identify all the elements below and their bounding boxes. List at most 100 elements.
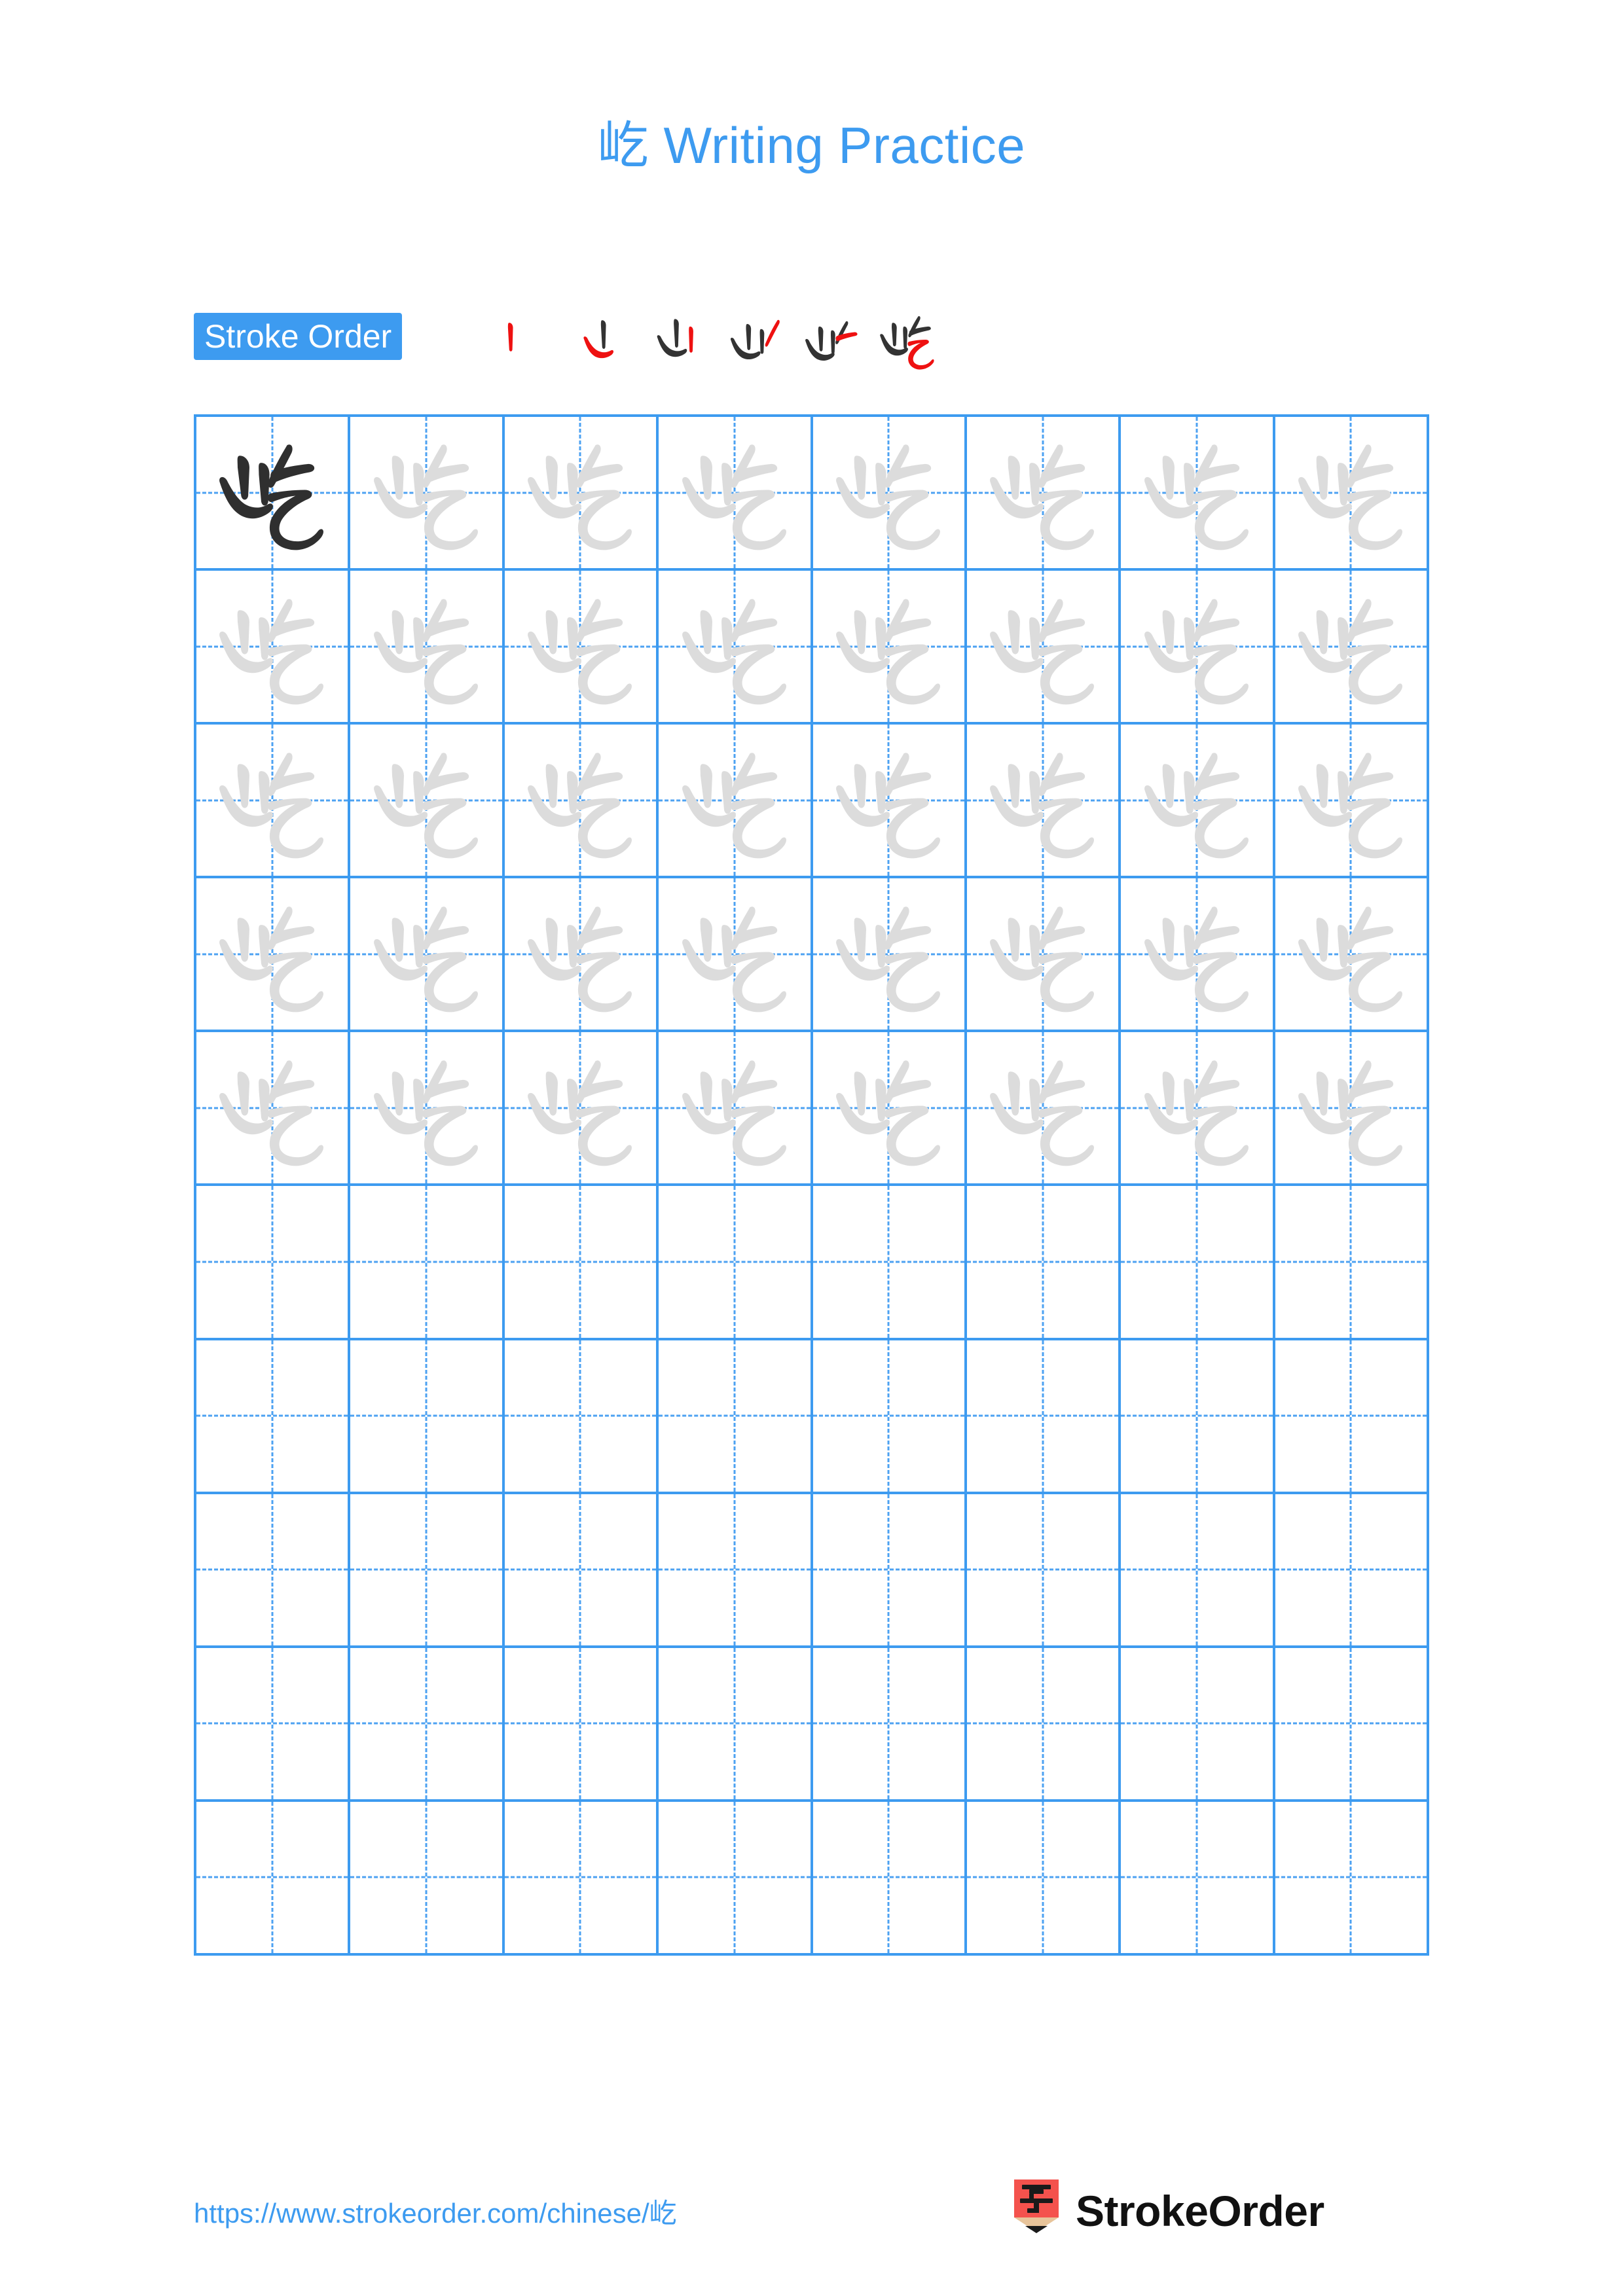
grid-cell[interactable]: [1275, 417, 1429, 571]
grid-cell[interactable]: [1121, 1186, 1275, 1340]
footer-url-link[interactable]: https://www.strokeorder.com/chinese/屹: [194, 2191, 677, 2231]
grid-cell[interactable]: [504, 571, 659, 725]
grid-cell[interactable]: [966, 1647, 1122, 1802]
grid-cell[interactable]: [1121, 1340, 1275, 1494]
grid-cell[interactable]: [966, 1801, 1122, 1956]
grid-cell[interactable]: [659, 1801, 813, 1956]
grid-cell[interactable]: [1275, 878, 1429, 1033]
grid-cell[interactable]: [812, 1801, 967, 1956]
grid-cell-model[interactable]: [196, 417, 351, 571]
grid-cell[interactable]: [812, 878, 967, 1033]
grid-cell[interactable]: [812, 1032, 967, 1187]
character-glyph-trace: [505, 417, 656, 568]
grid-cell[interactable]: [196, 1647, 351, 1802]
grid-cell[interactable]: [966, 1340, 1122, 1494]
stroke-step-6: [869, 308, 947, 373]
grid-cell[interactable]: [504, 1647, 659, 1802]
grid-cell[interactable]: [1121, 1801, 1275, 1956]
grid-cell[interactable]: [966, 1032, 1122, 1187]
grid-cell[interactable]: [504, 1186, 659, 1340]
grid-cell[interactable]: [504, 725, 659, 879]
grid-cell[interactable]: [1121, 571, 1275, 725]
grid-cell[interactable]: [659, 417, 813, 571]
grid-cell[interactable]: [350, 1801, 505, 1956]
grid-cell[interactable]: [659, 1340, 813, 1494]
grid-cell[interactable]: [504, 1494, 659, 1648]
grid-cell[interactable]: [196, 1032, 351, 1187]
grid-cell[interactable]: [504, 417, 659, 571]
grid-cell[interactable]: [1121, 1647, 1275, 1802]
grid-cell[interactable]: [812, 1494, 967, 1648]
character-glyph-trace: [196, 1032, 348, 1183]
character-glyph-trace: [350, 571, 501, 722]
grid-cell[interactable]: [1275, 1494, 1429, 1648]
grid-cell[interactable]: [1275, 1647, 1429, 1802]
grid-cell[interactable]: [1121, 417, 1275, 571]
grid-cell[interactable]: [812, 417, 967, 571]
grid-cell[interactable]: [196, 725, 351, 879]
grid-cell[interactable]: [966, 1494, 1122, 1648]
grid-row: [196, 1032, 1429, 1187]
grid-cell[interactable]: [350, 725, 505, 879]
grid-cell[interactable]: [504, 1032, 659, 1187]
grid-cell[interactable]: [504, 878, 659, 1033]
grid-cell[interactable]: [659, 1186, 813, 1340]
grid-cell[interactable]: [504, 1801, 659, 1956]
character-glyph-trace: [1121, 725, 1272, 876]
grid-cell[interactable]: [966, 878, 1122, 1033]
grid-cell[interactable]: [196, 878, 351, 1033]
grid-cell[interactable]: [350, 1340, 505, 1494]
grid-cell[interactable]: [350, 1647, 505, 1802]
character-glyph-trace: [659, 725, 810, 876]
stroke-step-5: [792, 308, 869, 373]
grid-cell[interactable]: [350, 417, 505, 571]
grid-cell[interactable]: [659, 571, 813, 725]
grid-cell[interactable]: [966, 1186, 1122, 1340]
character-glyph-trace: [1275, 571, 1427, 722]
grid-row: [196, 571, 1429, 725]
character-glyph-trace: [505, 878, 656, 1030]
grid-cell[interactable]: [196, 1494, 351, 1648]
grid-cell[interactable]: [1275, 1801, 1429, 1956]
grid-cell[interactable]: [504, 1340, 659, 1494]
grid-cell[interactable]: [196, 1801, 351, 1956]
grid-cell[interactable]: [1275, 571, 1429, 725]
pencil-logo-icon: [1012, 2179, 1061, 2242]
grid-cell[interactable]: [1121, 878, 1275, 1033]
grid-cell[interactable]: [966, 571, 1122, 725]
grid-cell[interactable]: [966, 417, 1122, 571]
grid-cell[interactable]: [350, 1032, 505, 1187]
grid-cell[interactable]: [350, 1494, 505, 1648]
grid-cell[interactable]: [1275, 725, 1429, 879]
grid-cell[interactable]: [659, 1647, 813, 1802]
grid-cell[interactable]: [196, 571, 351, 725]
grid-row: [196, 725, 1429, 879]
grid-cell[interactable]: [196, 1186, 351, 1340]
grid-cell[interactable]: [659, 1032, 813, 1187]
grid-cell[interactable]: [659, 1494, 813, 1648]
grid-cell[interactable]: [350, 878, 505, 1033]
grid-cell[interactable]: [659, 878, 813, 1033]
grid-cell[interactable]: [812, 1340, 967, 1494]
character-glyph-trace: [967, 725, 1118, 876]
grid-row: [196, 1340, 1429, 1494]
grid-cell[interactable]: [1275, 1032, 1429, 1187]
grid-cell[interactable]: [812, 1647, 967, 1802]
grid-cell[interactable]: [812, 571, 967, 725]
grid-cell[interactable]: [196, 1340, 351, 1494]
grid-cell[interactable]: [1275, 1340, 1429, 1494]
grid-cell[interactable]: [1121, 1032, 1275, 1187]
brand-logo[interactable]: StrokeOrder: [1012, 2179, 1324, 2242]
grid-cell[interactable]: [812, 725, 967, 879]
character-glyph-trace: [1275, 1032, 1427, 1183]
grid-cell[interactable]: [350, 1186, 505, 1340]
grid-cell[interactable]: [350, 571, 505, 725]
grid-cell[interactable]: [966, 725, 1122, 879]
character-glyph-trace: [813, 1032, 964, 1183]
grid-cell[interactable]: [1275, 1186, 1429, 1340]
grid-cell[interactable]: [812, 1186, 967, 1340]
grid-cell[interactable]: [659, 725, 813, 879]
grid-cell[interactable]: [1121, 1494, 1275, 1648]
character-glyph-trace: [813, 878, 964, 1030]
grid-cell[interactable]: [1121, 725, 1275, 879]
